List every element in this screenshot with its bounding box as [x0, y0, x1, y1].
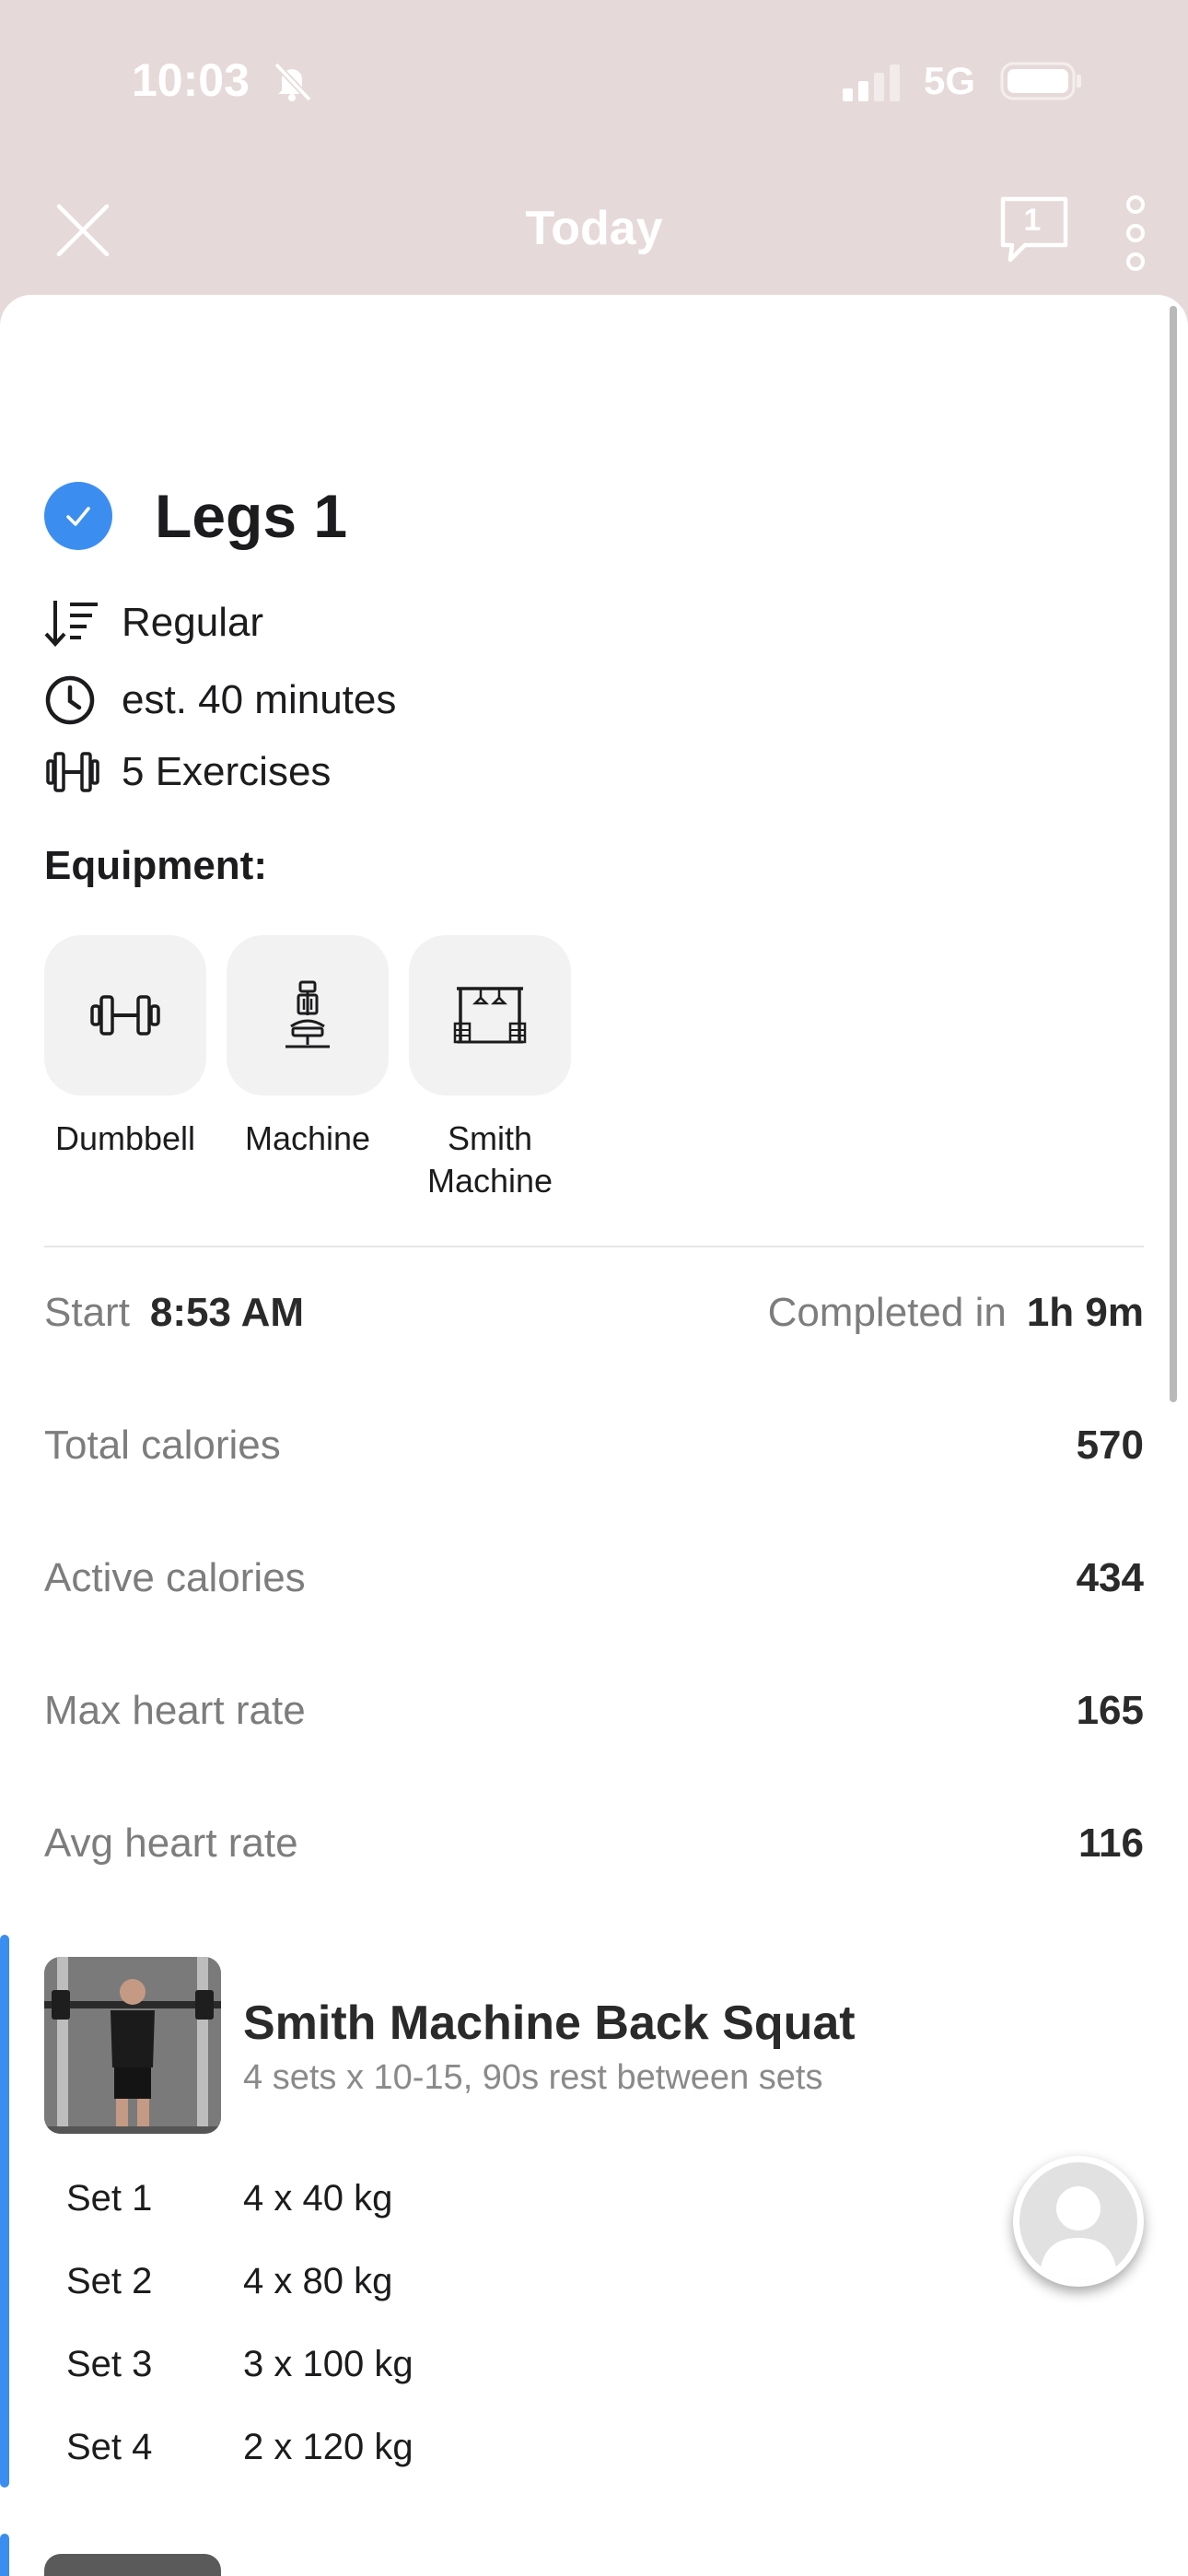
stat-row-total-calories: Total calories 570 — [44, 1423, 1144, 1469]
clock-icon — [44, 674, 101, 726]
top-nav-bar: Today 1 — [0, 175, 1188, 276]
exercise-count: 5 Exercises — [122, 749, 332, 794]
exercise-count-row: 5 Exercises — [44, 746, 331, 798]
set-label: Set 2 — [66, 2261, 153, 2301]
workout-duration: est. 40 minutes — [122, 677, 397, 722]
set-label: Set 3 — [66, 2344, 153, 2384]
exercise-accent-bar — [0, 1935, 9, 2488]
stat-row-max-heart-rate: Max heart rate 165 — [44, 1688, 1144, 1734]
status-bar: 10:03 5G — [0, 0, 1188, 166]
network-type: 5G — [924, 59, 976, 102]
comment-count: 1 — [1023, 203, 1042, 238]
workout-title: Legs 1 — [155, 482, 348, 550]
status-time: 10:03 — [132, 54, 250, 106]
smith-machine-icon — [453, 987, 527, 1044]
dumbbell-icon — [44, 746, 101, 798]
set-row: Set 2 4 x 80 kg — [66, 2261, 392, 2302]
stat-label: Avg heart rate — [44, 1821, 298, 1866]
set-value: 4 x 80 kg — [243, 2261, 393, 2301]
exercise-title[interactable]: Smith Machine Back Squat — [243, 1996, 856, 2051]
set-value: 4 x 40 kg — [243, 2178, 393, 2219]
stat-value: 165 — [1076, 1688, 1144, 1733]
equipment-item-smith-machine[interactable]: Smith Machine — [409, 935, 571, 1202]
divider — [44, 1246, 1144, 1247]
stat-row-avg-heart-rate: Avg heart rate 116 — [44, 1821, 1144, 1867]
stat-value: 116 — [1078, 1821, 1144, 1866]
exercise-accent-bar — [0, 2534, 9, 2576]
set-value: 2 x 120 kg — [243, 2427, 413, 2467]
stat-label: Max heart rate — [44, 1688, 306, 1733]
more-options-icon[interactable] — [1114, 192, 1157, 275]
dumbbell-icon — [90, 995, 160, 1036]
set-row: Set 4 2 x 120 kg — [66, 2427, 413, 2468]
start-label: Start — [44, 1290, 130, 1335]
workout-type-row: Regular — [44, 597, 263, 649]
workout-header: Legs 1 — [44, 479, 347, 553]
set-value: 3 x 100 kg — [243, 2344, 413, 2384]
cellular-signal-icon — [843, 64, 900, 101]
completed-value: 1h 9m — [1026, 1290, 1144, 1335]
user-avatar-icon — [1040, 2186, 1117, 2280]
equipment-label: Dumbbell — [54, 1119, 196, 1157]
sort-icon — [44, 597, 101, 649]
set-row: Set 1 4 x 40 kg — [66, 2178, 392, 2219]
scrollbar[interactable] — [1170, 306, 1177, 1402]
start-value: 8:53 AM — [149, 1290, 305, 1335]
stat-row-active-calories: Active calories 434 — [44, 1555, 1144, 1601]
exercise-thumbnail[interactable] — [44, 2554, 221, 2576]
set-label: Set 1 — [66, 2178, 153, 2219]
stat-value: 434 — [1076, 1555, 1144, 1600]
set-label: Set 4 — [66, 2427, 153, 2467]
start-completed-row: Start 8:53 AM Completed in 1h 9m — [44, 1290, 1144, 1336]
comments-button[interactable]: 1 — [997, 193, 1077, 267]
workout-type: Regular — [122, 600, 264, 645]
equipment-item-dumbbell[interactable]: Dumbbell — [44, 935, 206, 1160]
battery-icon — [1000, 62, 1081, 100]
equipment-item-machine[interactable]: Machine — [227, 935, 389, 1160]
stat-label: Active calories — [44, 1555, 306, 1600]
stat-label: Total calories — [44, 1423, 281, 1468]
equipment-label: Machine — [244, 1119, 371, 1157]
completed-label: Completed in — [767, 1290, 1007, 1335]
equipment-label: Smith Machine — [426, 1119, 553, 1200]
equipment-heading: Equipment: — [44, 843, 267, 888]
coach-avatar-button[interactable] — [1013, 2156, 1144, 2287]
exercise-subtitle: 4 sets x 10-15, 90s rest between sets — [243, 2058, 823, 2097]
bell-off-icon — [274, 62, 312, 102]
exercise-thumbnail[interactable] — [44, 1957, 221, 2134]
machine-icon — [285, 980, 330, 1048]
exercise-photo-icon — [44, 1957, 221, 2134]
stat-value: 570 — [1076, 1423, 1144, 1468]
set-row: Set 3 3 x 100 kg — [66, 2344, 413, 2385]
workout-duration-row: est. 40 minutes — [44, 674, 396, 726]
completed-check-icon[interactable] — [44, 482, 112, 550]
